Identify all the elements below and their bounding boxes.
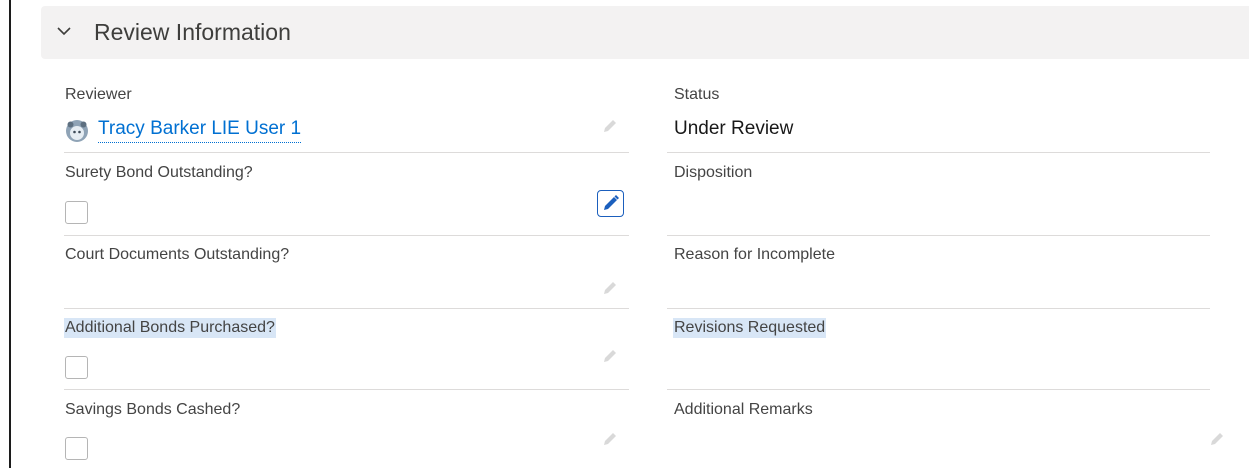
user-avatar-icon	[66, 120, 88, 142]
status-value: Under Review	[674, 118, 794, 139]
divider	[667, 389, 1210, 390]
edit-pencil-icon	[604, 195, 619, 210]
divider	[667, 235, 1210, 236]
status-label: Status	[674, 86, 720, 103]
additional-bonds-label: Additional Bonds Purchased?	[64, 318, 276, 338]
savings-bonds-checkbox[interactable]	[65, 437, 88, 460]
divider	[64, 152, 629, 153]
additional-bonds-checkbox[interactable]	[65, 356, 88, 379]
window-frame-edge	[9, 0, 11, 468]
divider	[64, 389, 629, 390]
surety-bond-label: Surety Bond Outstanding?	[65, 164, 253, 181]
savings-bonds-label: Savings Bonds Cashed?	[65, 401, 241, 418]
divider	[667, 152, 1210, 153]
divider	[667, 308, 1210, 309]
revisions-requested-label: Revisions Requested	[673, 318, 827, 338]
reviewer-label: Reviewer	[65, 86, 132, 103]
section-title: Review Information	[94, 19, 291, 45]
divider	[64, 308, 629, 309]
court-documents-label: Court Documents Outstanding?	[65, 246, 290, 263]
chevron-down-icon[interactable]	[56, 23, 72, 39]
additional-remarks-label: Additional Remarks	[674, 401, 813, 418]
divider	[64, 235, 629, 236]
reviewer-user-link[interactable]: Tracy Barker LIE User 1	[98, 117, 302, 143]
surety-bond-checkbox[interactable]	[65, 201, 88, 224]
edit-court-documents-pencil-icon[interactable]	[601, 279, 619, 297]
disposition-label: Disposition	[674, 164, 753, 181]
reason-incomplete-label: Reason for Incomplete	[674, 246, 835, 263]
edit-savings-bonds-pencil-icon[interactable]	[601, 430, 619, 448]
edit-additional-remarks-pencil-icon[interactable]	[1208, 430, 1226, 448]
edit-reviewer-pencil-icon[interactable]	[601, 117, 619, 135]
edit-surety-bond-button[interactable]	[597, 190, 624, 217]
edit-additional-bonds-pencil-icon[interactable]	[601, 347, 619, 365]
